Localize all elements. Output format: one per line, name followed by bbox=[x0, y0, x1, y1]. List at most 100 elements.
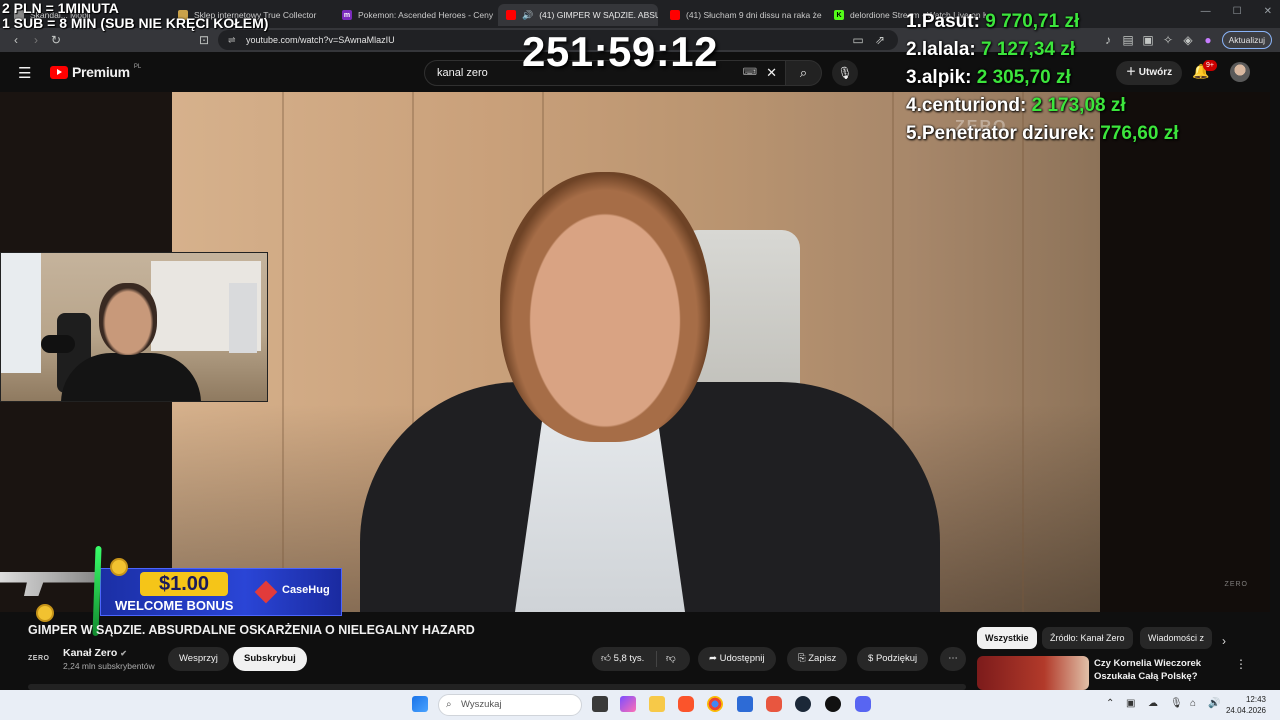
dislike-button[interactable]: 👎︎ bbox=[666, 647, 676, 671]
share-button[interactable]: ➦ Udostępnij bbox=[698, 647, 776, 671]
kebab-menu-icon[interactable]: ⋮ bbox=[1235, 657, 1247, 671]
rank: 2. bbox=[906, 39, 922, 60]
chrome-icon[interactable] bbox=[707, 696, 723, 712]
discord-icon[interactable] bbox=[855, 696, 871, 712]
voice-search-button[interactable]: 🎙 bbox=[832, 60, 858, 86]
donor-name: alpik: bbox=[921, 67, 972, 88]
tab-title: Pokemon: Ascended Heroes - Ceny i bbox=[358, 10, 494, 20]
share-icon[interactable]: ⇗ bbox=[872, 32, 888, 48]
donation-amount: 7 127,34 zł bbox=[981, 39, 1076, 60]
recommendation-title[interactable]: Czy Kornelia Wieczorek Oszukała Całą Pol… bbox=[1094, 657, 1234, 683]
store-icon[interactable] bbox=[737, 696, 753, 712]
bookmark-icon[interactable]: ⊡ bbox=[196, 32, 212, 48]
like-count: 5,8 tys. bbox=[613, 653, 645, 664]
rank: 1. bbox=[906, 11, 922, 32]
obs-icon[interactable] bbox=[825, 696, 841, 712]
taskbar-search[interactable]: ⌕ Wyszukaj bbox=[438, 694, 582, 716]
leaderboard-row: 1.Pasut: 9 770,71 zł bbox=[906, 8, 1178, 36]
more-actions-button[interactable]: ⋯ bbox=[940, 647, 966, 671]
thanks-icon: $ bbox=[868, 653, 876, 664]
donor-name: Pasut: bbox=[921, 11, 980, 32]
search-query: kanal zero bbox=[437, 67, 488, 79]
chip-source[interactable]: Źródło: Kanał Zero bbox=[1042, 627, 1133, 649]
video-title: GIMPER W SĄDZIE. ABSURDALNE OSKARŻENIA O… bbox=[28, 623, 475, 637]
taskbar-clock[interactable]: 12:43 24.04.2026 bbox=[1226, 694, 1266, 716]
support-button[interactable]: Wesprzyj bbox=[168, 647, 229, 671]
shield-icon[interactable]: ◈ bbox=[1180, 32, 1196, 48]
browser-tab-active[interactable]: 🔊 (41) GIMPER W SĄDZIE. ABSU ✕ bbox=[498, 4, 658, 26]
menu-icon[interactable]: ☰ bbox=[18, 64, 31, 82]
channel-name[interactable]: Kanał Zero ✔ bbox=[63, 647, 127, 659]
forward-icon[interactable]: › bbox=[28, 32, 44, 48]
subscriber-count: 2,24 mln subskrybentów bbox=[63, 661, 155, 671]
donor-name: lalala: bbox=[921, 39, 976, 60]
tray-mic-icon[interactable]: 🎙 bbox=[1170, 698, 1183, 709]
file-explorer-icon[interactable] bbox=[649, 696, 665, 712]
tray-chevron-icon[interactable]: ⌃ bbox=[1106, 698, 1114, 709]
profile-icon[interactable]: ● bbox=[1200, 32, 1216, 48]
search-icon: ⌕ bbox=[799, 65, 808, 80]
keyboard-icon[interactable]: ⌨ bbox=[743, 61, 757, 85]
reload-icon[interactable]: ↻ bbox=[48, 32, 64, 48]
windows-start-icon[interactable] bbox=[412, 696, 428, 712]
tray-cloud-icon[interactable]: ☁ bbox=[1148, 698, 1158, 709]
donation-amount: 2 305,70 zł bbox=[976, 67, 1071, 88]
clock-date: 24.04.2026 bbox=[1225, 706, 1266, 715]
subscribe-button[interactable]: Subskrybuj bbox=[233, 647, 307, 671]
search-button[interactable]: ⌕ bbox=[786, 60, 822, 86]
close-window-icon[interactable]: ✕ bbox=[1264, 6, 1272, 17]
sponsor-brand: CaseHug bbox=[282, 584, 330, 596]
chip-all[interactable]: Wszystkie bbox=[977, 627, 1037, 649]
bookmark-icon: ⎘ bbox=[798, 653, 809, 664]
webcam-window bbox=[1, 253, 41, 373]
notification-badge: 9+ bbox=[1203, 60, 1217, 71]
video-player[interactable]: ZERO ZERO bbox=[0, 92, 1270, 612]
bonus-price: $1.00 bbox=[140, 572, 228, 596]
verified-icon: ✔ bbox=[120, 649, 127, 658]
browser-tab[interactable]: (41) Słucham 9 dni dissu na raka żeby bbox=[662, 4, 822, 26]
avatar[interactable] bbox=[1230, 62, 1250, 82]
recommendation-thumbnail[interactable] bbox=[977, 656, 1089, 690]
thanks-button[interactable]: $ Podziękuj bbox=[857, 647, 929, 671]
cast-icon[interactable]: ▭ bbox=[850, 32, 866, 48]
update-button[interactable]: Aktualizuj bbox=[1221, 31, 1272, 49]
region-code: PL bbox=[133, 64, 142, 70]
donation-rules: 2 PLN = 1MINUTA 1 SUB = 8 MIN (SUB NIE K… bbox=[2, 1, 268, 31]
speaker-head bbox=[500, 172, 710, 442]
save-button[interactable]: ⎘ Zapisz bbox=[787, 647, 848, 671]
task-view-icon[interactable] bbox=[592, 696, 608, 712]
speaker-icon: 🔊 bbox=[522, 9, 534, 20]
share-label: Udostępnij bbox=[719, 653, 765, 664]
site-info-icon[interactable]: ⇌ bbox=[228, 30, 236, 50]
copilot-icon[interactable] bbox=[620, 696, 636, 712]
minimize-icon[interactable]: — bbox=[1201, 6, 1211, 17]
browser-tab[interactable]: m Pokemon: Ascended Heroes - Ceny i bbox=[334, 4, 494, 26]
chevron-right-icon[interactable]: › bbox=[1222, 634, 1226, 648]
streamer-head bbox=[99, 283, 157, 355]
leaderboard-row: 4.centuriond: 2 173,08 zł bbox=[906, 92, 1178, 120]
channel-logo[interactable]: ZERO bbox=[28, 648, 54, 670]
tray-volume-icon[interactable]: 🔊 bbox=[1208, 698, 1220, 709]
back-icon[interactable]: ‹ bbox=[8, 32, 24, 48]
webcam-fridge bbox=[229, 283, 257, 353]
youtube-logo[interactable]: Premium PL bbox=[50, 64, 141, 80]
corner-watermark: ZERO bbox=[1224, 581, 1248, 588]
like-dislike-group: 👍︎ 5,8 tys. 👎︎ bbox=[592, 647, 690, 671]
maximize-icon[interactable]: ☐ bbox=[1233, 6, 1242, 17]
tray-app-icon[interactable]: ▣ bbox=[1126, 698, 1135, 709]
brave-alt-icon[interactable] bbox=[766, 696, 782, 712]
tray-network-icon[interactable]: ⌂ bbox=[1190, 698, 1196, 709]
kick-favicon-icon: K bbox=[834, 10, 844, 20]
save-label: Zapisz bbox=[808, 653, 837, 664]
like-button[interactable]: 👍︎ 5,8 tys. bbox=[601, 647, 644, 671]
clear-search-icon[interactable]: ✕ bbox=[766, 61, 777, 85]
coin-icon bbox=[110, 558, 128, 576]
chip-news[interactable]: Wiadomości z bbox=[1140, 627, 1212, 649]
steam-icon[interactable] bbox=[795, 696, 811, 712]
donation-amount: 9 770,71 zł bbox=[985, 11, 1080, 32]
sponsor-banner: $1.00 WELCOME BONUS CaseHug bbox=[0, 545, 342, 637]
brave-browser-icon[interactable] bbox=[678, 696, 694, 712]
donation-leaderboard: 1.Pasut: 9 770,71 zł 2.lalala: 7 127,34 … bbox=[906, 8, 1178, 148]
rate-line: 2 PLN = 1MINUTA bbox=[2, 0, 119, 16]
microphone bbox=[41, 335, 75, 353]
